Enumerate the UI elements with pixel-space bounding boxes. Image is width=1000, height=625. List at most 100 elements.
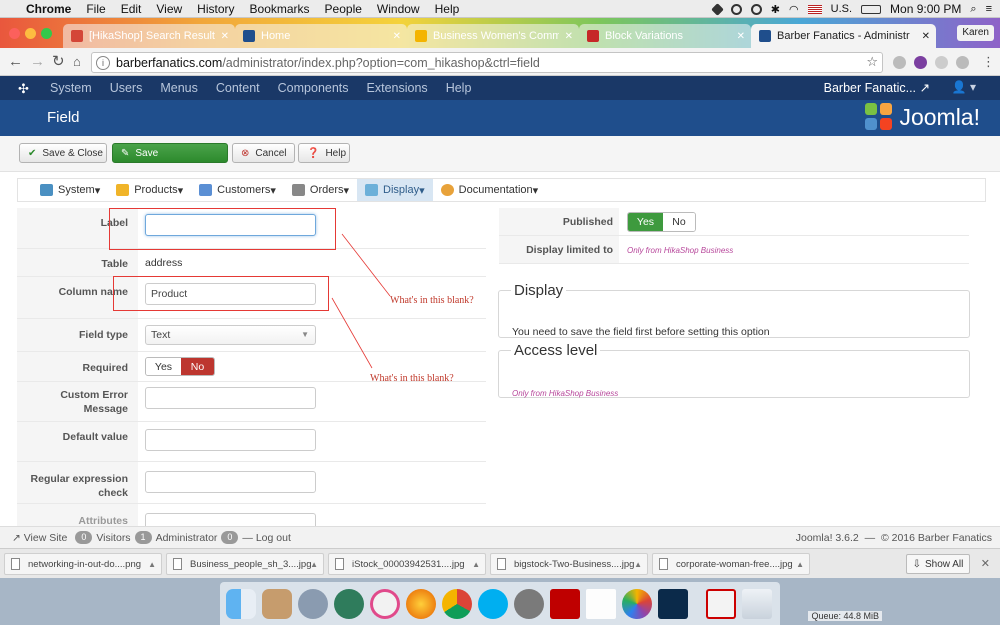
display-message: You need to save the field first before … [512,326,770,338]
menu-history[interactable]: History [197,2,234,16]
wifi-icon[interactable]: ◠ [789,3,799,16]
joomla-logo-icon[interactable]: ✣ [18,81,32,96]
filezilla-icon[interactable] [550,589,580,619]
menu-file[interactable]: File [86,2,105,16]
admin-menu-help[interactable]: Help [446,81,472,95]
menu-bookmarks[interactable]: Bookmarks [250,2,310,16]
system-preferences-icon[interactable] [514,589,544,619]
dropbox-icon[interactable] [710,2,724,16]
display-limited-value[interactable]: Only from HikaShop Business [627,246,733,255]
reload-icon[interactable]: ↻ [52,53,65,71]
tab-home[interactable]: Home ✕ [235,24,407,48]
published-no-button[interactable]: No [663,213,695,231]
menu-window[interactable]: Window [377,2,420,16]
download-item[interactable]: Business_people_sh_3....jpg ▲ [166,553,324,575]
regex-input[interactable] [145,471,316,493]
extension-icon[interactable] [914,56,927,69]
trash-icon[interactable] [742,589,772,619]
admin-menu-components[interactable]: Components [278,81,349,95]
extension-icon[interactable] [935,56,948,69]
close-window-icon[interactable] [9,28,20,39]
tab-barber-fanatics[interactable]: Barber Fanatics - Administr ✕ [751,24,936,48]
user-menu-icon[interactable]: 👤 ▾ [952,80,976,94]
menu-edit[interactable]: Edit [121,2,142,16]
launchpad-icon[interactable] [298,589,328,619]
extension-icon[interactable] [956,56,969,69]
chrome-icon[interactable] [442,589,472,619]
admin-menu-menus[interactable]: Menus [160,81,198,95]
battery-icon[interactable] [861,4,882,14]
zoom-window-icon[interactable] [41,28,52,39]
textedit-icon[interactable] [586,589,616,619]
attributes-input[interactable] [145,513,316,526]
home-icon[interactable]: ⌂ [73,53,81,71]
menu-help[interactable]: Help [435,2,460,16]
admin-menu-extensions[interactable]: Extensions [367,81,428,95]
extension-icon[interactable] [893,56,906,69]
time-machine-status-icon[interactable] [750,3,762,15]
chevron-up-icon[interactable]: ▲ [310,560,318,569]
finder-icon[interactable] [226,589,256,619]
field-label: Published [499,208,619,235]
published-yes-button[interactable]: Yes [628,213,663,231]
chevron-up-icon[interactable]: ▲ [796,560,804,569]
contacts-icon[interactable] [262,589,292,619]
itunes-icon[interactable] [370,589,400,619]
access-level-value[interactable]: Only from HikaShop Business [512,389,618,398]
close-tab-icon[interactable]: ✕ [221,31,229,42]
tab-block-variations[interactable]: Block Variations ✕ [579,24,751,48]
sync-icon[interactable] [730,3,742,15]
menu-people[interactable]: People [325,2,362,16]
forward-icon[interactable]: → [30,53,45,71]
version-text: Joomla! 3.6.2 [795,531,859,544]
bluetooth-icon[interactable]: ✱ [771,3,780,16]
photoshop-icon[interactable] [658,589,688,619]
chevron-up-icon[interactable]: ▲ [472,560,480,569]
acrobat-icon[interactable] [706,589,736,619]
address-bar[interactable]: i barberfanatics.com /administrator/inde… [91,52,883,73]
close-tab-icon[interactable]: ✕ [737,31,745,42]
skype-icon[interactable] [478,589,508,619]
published-row: Published Yes No [499,208,969,236]
bookmark-star-icon[interactable]: ☆ [866,54,878,70]
form-row-default-value: Default value [17,422,486,462]
admin-menu-content[interactable]: Content [216,81,260,95]
download-item[interactable]: corporate-woman-free....jpg ▲ [652,553,810,575]
close-tab-icon[interactable]: ✕ [565,31,573,42]
joomla-wordmark: Joomla! [899,103,980,130]
minimize-window-icon[interactable] [25,28,36,39]
address-path: /administrator/index.php?option=com_hika… [222,55,540,70]
chrome-menu-icon[interactable]: ⋮ [982,53,995,71]
chevron-up-icon[interactable]: ▲ [634,560,642,569]
close-tab-icon[interactable]: ✕ [922,31,930,42]
back-icon[interactable]: ← [8,53,23,71]
close-downloads-icon[interactable]: ✕ [981,557,990,570]
view-site-link[interactable]: ↗ View Site [12,532,67,544]
chevron-up-icon[interactable]: ▲ [148,560,156,569]
logout-link[interactable]: — Log out [242,532,290,544]
time-machine-icon[interactable] [334,589,364,619]
photos-icon[interactable] [622,589,652,619]
label-text: Default value [62,431,128,443]
notification-center-icon[interactable]: ≡ [986,3,992,15]
download-item[interactable]: bigstock-Two-Business....jpg ▲ [490,553,648,575]
show-all-downloads-button[interactable]: ⇩ Show All [906,554,970,574]
admin-menu-system[interactable]: System [50,81,92,95]
close-tab-icon[interactable]: ✕ [393,31,401,42]
tab-business-women[interactable]: Business Women's Commun ✕ [407,24,579,48]
clock[interactable]: Mon 9:00 PM [890,2,961,16]
tab-hikashop-search[interactable]: [HikaShop] Search Result is ✕ [63,24,235,48]
default-value-input[interactable] [145,429,316,451]
site-link[interactable]: Barber Fanatic... ↗ [824,80,930,95]
input-source[interactable]: U.S. [831,3,852,15]
link-label: Log out [255,531,291,544]
profile-button[interactable]: Karen [957,25,994,41]
download-item[interactable]: iStock_00003942531....jpg ▲ [328,553,486,575]
admin-menu-users[interactable]: Users [110,81,143,95]
menu-view[interactable]: View [156,2,182,16]
info-icon[interactable]: i [96,55,110,70]
firefox-icon[interactable] [406,589,436,619]
app-menu[interactable]: Chrome [26,2,71,16]
spotlight-icon[interactable]: ⌕ [970,3,976,16]
download-item[interactable]: networking-in-out-do....png ▲ [4,553,162,575]
